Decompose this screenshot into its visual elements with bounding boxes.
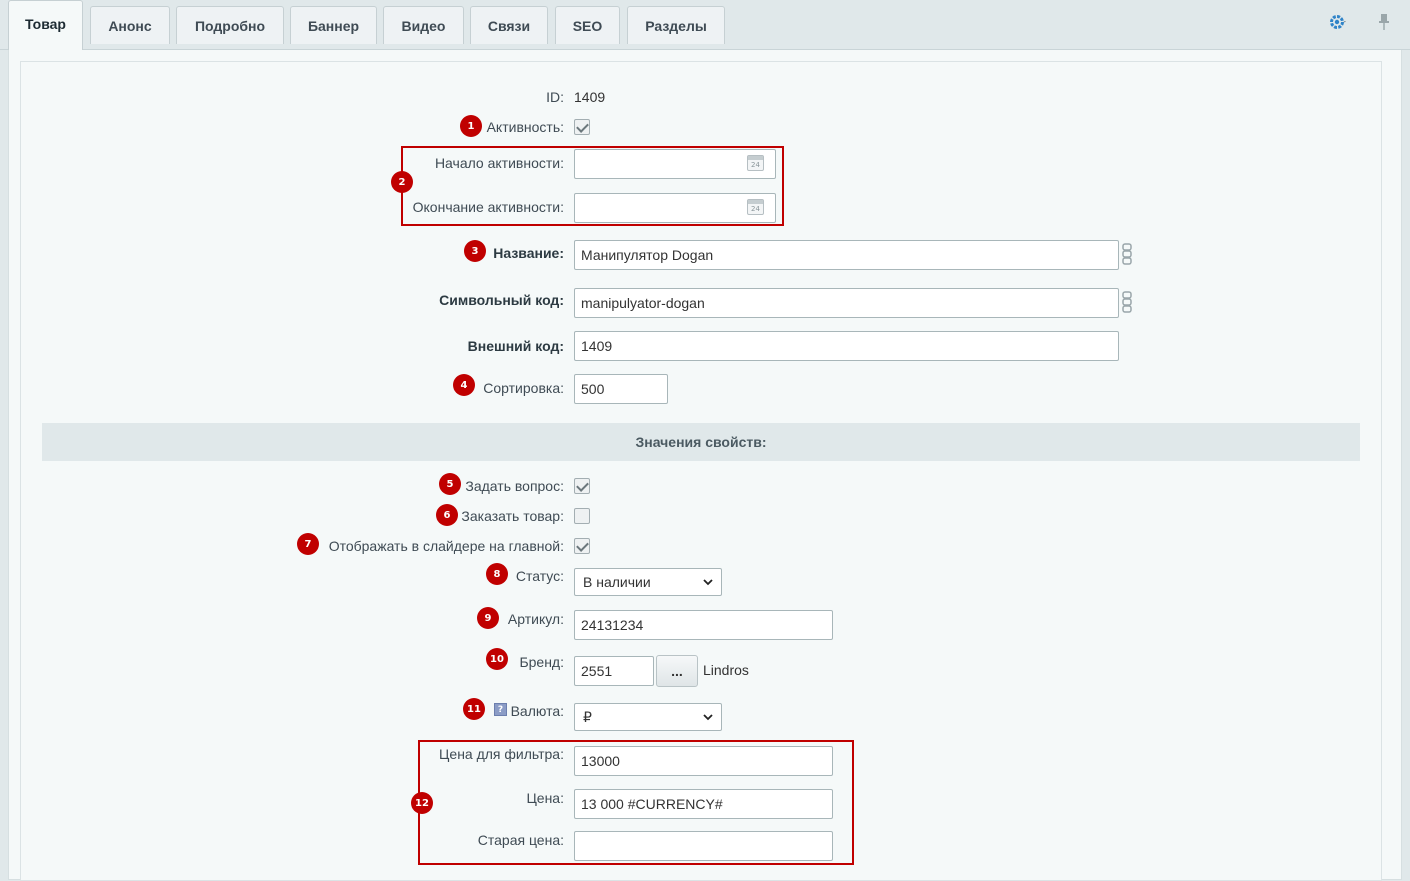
- marker-badge: 4: [453, 374, 475, 396]
- marker-badge: 2: [391, 171, 413, 193]
- marker-badge: 9: [477, 607, 499, 629]
- xml-id-input[interactable]: 1409: [574, 331, 1119, 361]
- active-to-label: Окончание активности:: [412, 199, 564, 215]
- tab-announce[interactable]: Анонс: [90, 6, 170, 44]
- filter-price-input[interactable]: 13000: [574, 746, 833, 776]
- code-label: Символьный код:: [439, 292, 564, 308]
- marker-badge: 11: [463, 698, 485, 720]
- marker-badge: 7: [297, 533, 319, 555]
- tab-links[interactable]: Связи: [470, 6, 548, 44]
- order-label: Заказать товар:: [461, 508, 564, 524]
- brand-name: Lindros: [703, 662, 749, 678]
- tab-seo[interactable]: SEO: [555, 6, 620, 44]
- pin-icon[interactable]: [1374, 12, 1394, 32]
- marker-badge: 6: [436, 504, 458, 526]
- old-price-label: Старая цена:: [477, 832, 564, 848]
- order-checkbox[interactable]: [574, 508, 590, 524]
- article-label: Артикул:: [507, 611, 564, 627]
- sort-input[interactable]: 500: [574, 374, 668, 404]
- active-checkbox[interactable]: [574, 119, 590, 135]
- currency-select[interactable]: ₽: [574, 703, 722, 731]
- slider-label: Отображать в слайдере на главной:: [328, 538, 564, 554]
- marker-badge: 3: [464, 240, 486, 262]
- calendar-icon[interactable]: [747, 199, 764, 215]
- marker-badge: 12: [411, 792, 433, 814]
- old-price-input[interactable]: [574, 831, 833, 861]
- properties-section-header: Значения свойств:: [42, 423, 1360, 461]
- gear-icon[interactable]: [1328, 12, 1348, 32]
- article-input[interactable]: 24131234: [574, 610, 833, 640]
- tab-sections[interactable]: Разделы: [627, 6, 725, 44]
- id-value: 1409: [574, 89, 606, 105]
- transliterate-icon[interactable]: [1121, 243, 1133, 265]
- ask-label: Задать вопрос:: [465, 478, 564, 494]
- xml-id-label: Внешний код:: [467, 338, 564, 354]
- chevron-down-icon: [703, 713, 713, 720]
- name-label: Название:: [493, 245, 564, 261]
- help-icon[interactable]: ?: [494, 703, 507, 716]
- active-from-input[interactable]: [574, 149, 776, 179]
- marker-badge: 5: [439, 473, 461, 495]
- currency-label: Валюта:: [510, 703, 564, 719]
- slider-checkbox[interactable]: [574, 538, 590, 554]
- status-select[interactable]: В наличии: [574, 568, 722, 596]
- status-label: Статус:: [515, 568, 564, 584]
- tab-bar: Товар Анонс Подробно Баннер Видео Связи …: [0, 0, 1410, 50]
- marker-badge: 1: [460, 115, 482, 137]
- brand-label: Бренд:: [519, 654, 564, 670]
- active-to-input[interactable]: [574, 193, 776, 223]
- price-input[interactable]: 13 000 #CURRENCY#: [574, 789, 833, 819]
- name-input[interactable]: Манипулятор Dogan: [574, 240, 1119, 270]
- active-label: Активность:: [486, 119, 564, 135]
- active-from-label: Начало активности:: [434, 155, 564, 171]
- tab-banner[interactable]: Баннер: [290, 6, 377, 44]
- sort-label: Сортировка:: [483, 380, 564, 396]
- price-label: Цена:: [526, 790, 564, 806]
- filter-price-label: Цена для фильтра:: [439, 746, 564, 762]
- marker-badge: 8: [486, 563, 508, 585]
- transliterate-icon[interactable]: [1121, 291, 1133, 313]
- tab-details[interactable]: Подробно: [176, 6, 284, 44]
- id-label: ID:: [546, 89, 564, 105]
- calendar-icon[interactable]: [747, 155, 764, 171]
- ask-checkbox[interactable]: [574, 478, 590, 494]
- chevron-down-icon: [703, 578, 713, 585]
- brand-browse-button[interactable]: ...: [656, 655, 698, 687]
- marker-badge: 10: [486, 648, 508, 670]
- tab-video[interactable]: Видео: [383, 6, 464, 44]
- code-input[interactable]: manipulyator-dogan: [574, 288, 1119, 318]
- brand-id-input[interactable]: 2551: [574, 656, 654, 686]
- status-selected-value: В наличии: [583, 574, 651, 590]
- tab-product[interactable]: Товар: [8, 0, 83, 50]
- currency-selected-value: ₽: [583, 708, 592, 725]
